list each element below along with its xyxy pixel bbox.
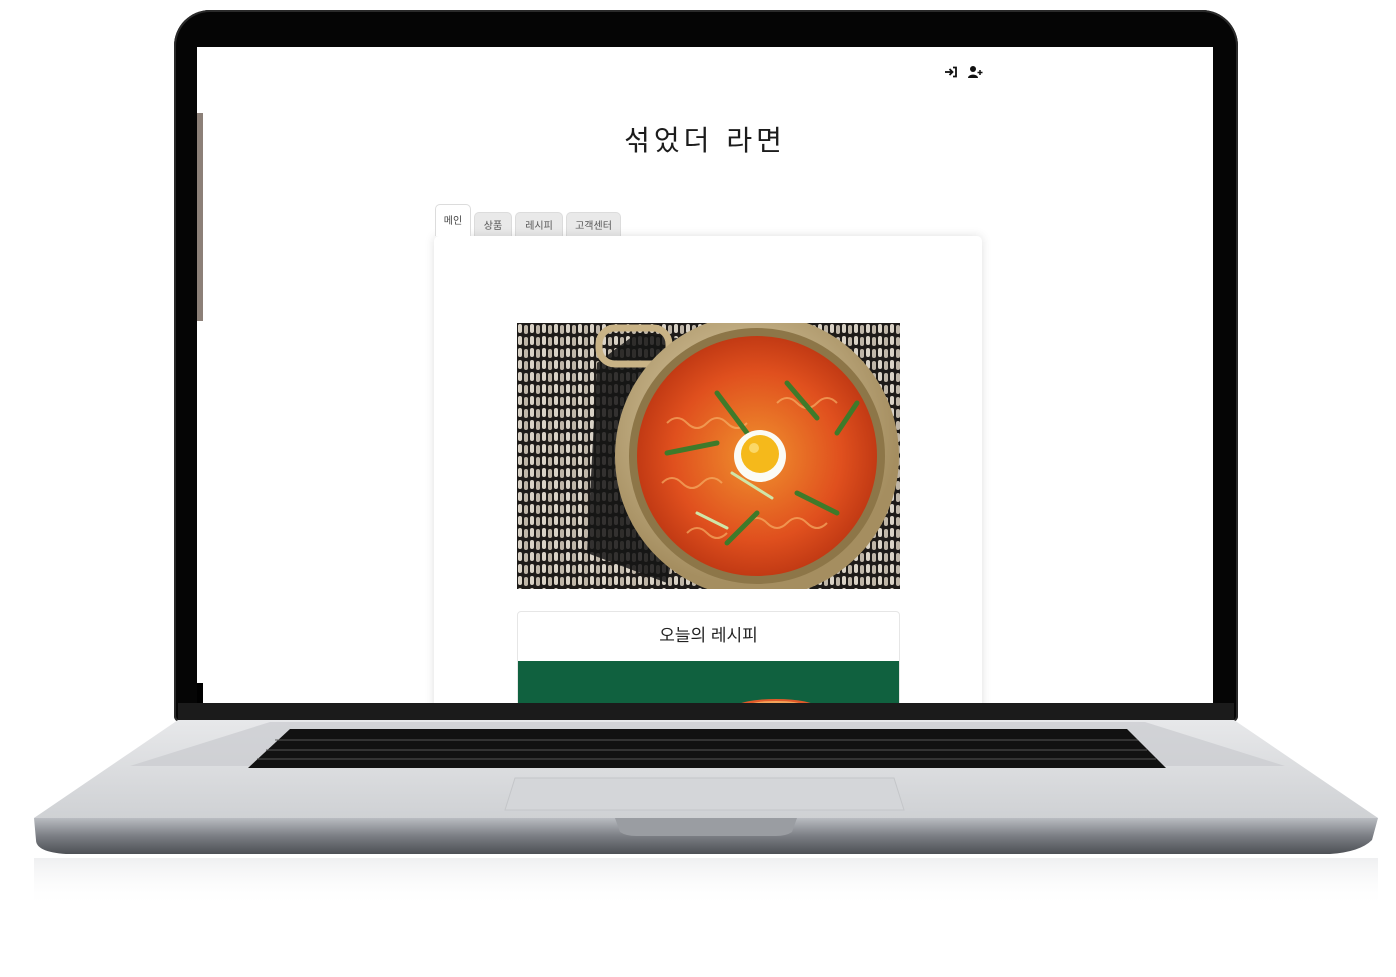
laptop-mockup: 섞었더 라면 메인 상품 레시피 고객센터 오늘의 레시피 xyxy=(0,0,1396,977)
tab-main[interactable]: 메인 xyxy=(435,204,471,236)
tab-recipes[interactable]: 레시피 xyxy=(515,212,563,236)
laptop-base xyxy=(34,720,1378,908)
user-add-icon[interactable] xyxy=(967,64,983,80)
hero-ramen-image xyxy=(517,323,900,589)
tab-products[interactable]: 상품 xyxy=(474,212,512,236)
todays-recipe-image[interactable] xyxy=(518,661,899,705)
screen: 섞었더 라면 메인 상품 레시피 고객센터 오늘의 레시피 xyxy=(197,47,1213,705)
todays-recipe-title: 오늘의 레시피 xyxy=(659,626,758,645)
tab-customer-center[interactable]: 고객센터 xyxy=(566,212,621,236)
site-title: 섞었더 라면 xyxy=(624,124,786,157)
login-icon[interactable] xyxy=(943,64,959,80)
main-content-card: 오늘의 레시피 xyxy=(434,236,982,705)
header-icons xyxy=(943,64,983,80)
todays-recipe-box: 오늘의 레시피 xyxy=(517,611,900,705)
